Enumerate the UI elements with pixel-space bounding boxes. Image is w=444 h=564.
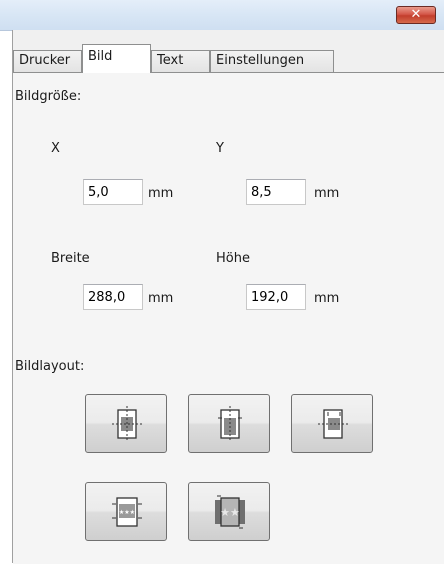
hoehe-label: Höhe <box>216 251 250 266</box>
hoehe-input[interactable] <box>246 284 306 310</box>
tab-einstellungen[interactable]: Einstellungen <box>210 50 334 72</box>
layout-center-icon <box>112 406 142 442</box>
tab-panel-bild: Bildgröße: X mm Y mm Breite mm Höhe mm B… <box>13 72 444 564</box>
tab-strip: Drucker Bild Text Einstellungen <box>13 44 444 73</box>
y-unit: mm <box>314 186 340 201</box>
layout-fit-width-icon <box>318 409 348 439</box>
x-label: X <box>51 141 60 156</box>
section-heading-bildgroesse: Bildgröße: <box>15 89 82 104</box>
tab-text[interactable]: Text <box>151 50 210 72</box>
layout-fit-height-icon <box>218 406 242 442</box>
y-label: Y <box>216 141 224 156</box>
close-button[interactable]: ✕ <box>396 6 436 24</box>
tab-label: Einstellungen <box>216 53 305 68</box>
layout-center-button[interactable] <box>85 394 167 453</box>
tab-label: Bild <box>88 49 113 64</box>
layout-framed-stars-button[interactable]: ★★★ <box>85 482 167 541</box>
layout-fit-width-button[interactable] <box>291 394 373 453</box>
layout-fill-stars-button[interactable]: ★★ <box>188 482 270 541</box>
title-bar: ✕ <box>0 0 444 31</box>
y-input[interactable] <box>246 179 306 205</box>
section-heading-bildlayout: Bildlayout: <box>15 359 85 374</box>
layout-fill-stars-icon: ★★ <box>215 495 245 529</box>
breite-label: Breite <box>51 251 90 266</box>
tab-drucker[interactable]: Drucker <box>13 50 82 72</box>
x-unit: mm <box>148 186 174 201</box>
dialog-body: Drucker Bild Text Einstellungen Bildgröß… <box>12 30 444 564</box>
svg-text:★★: ★★ <box>220 506 240 519</box>
layout-fit-height-button[interactable] <box>188 394 270 453</box>
tab-label: Drucker <box>19 53 71 68</box>
dialog-window: ✕ Drucker Bild Text Einstellungen Bildgr… <box>0 0 444 564</box>
svg-text:★★★: ★★★ <box>119 509 135 516</box>
breite-unit: mm <box>148 291 174 306</box>
breite-input[interactable] <box>83 284 143 310</box>
layout-framed-stars-icon: ★★★ <box>112 497 142 527</box>
tab-label: Text <box>157 53 184 68</box>
hoehe-unit: mm <box>314 291 340 306</box>
x-input[interactable] <box>83 179 143 205</box>
tab-bild[interactable]: Bild <box>82 44 151 73</box>
close-icon: ✕ <box>410 7 422 22</box>
